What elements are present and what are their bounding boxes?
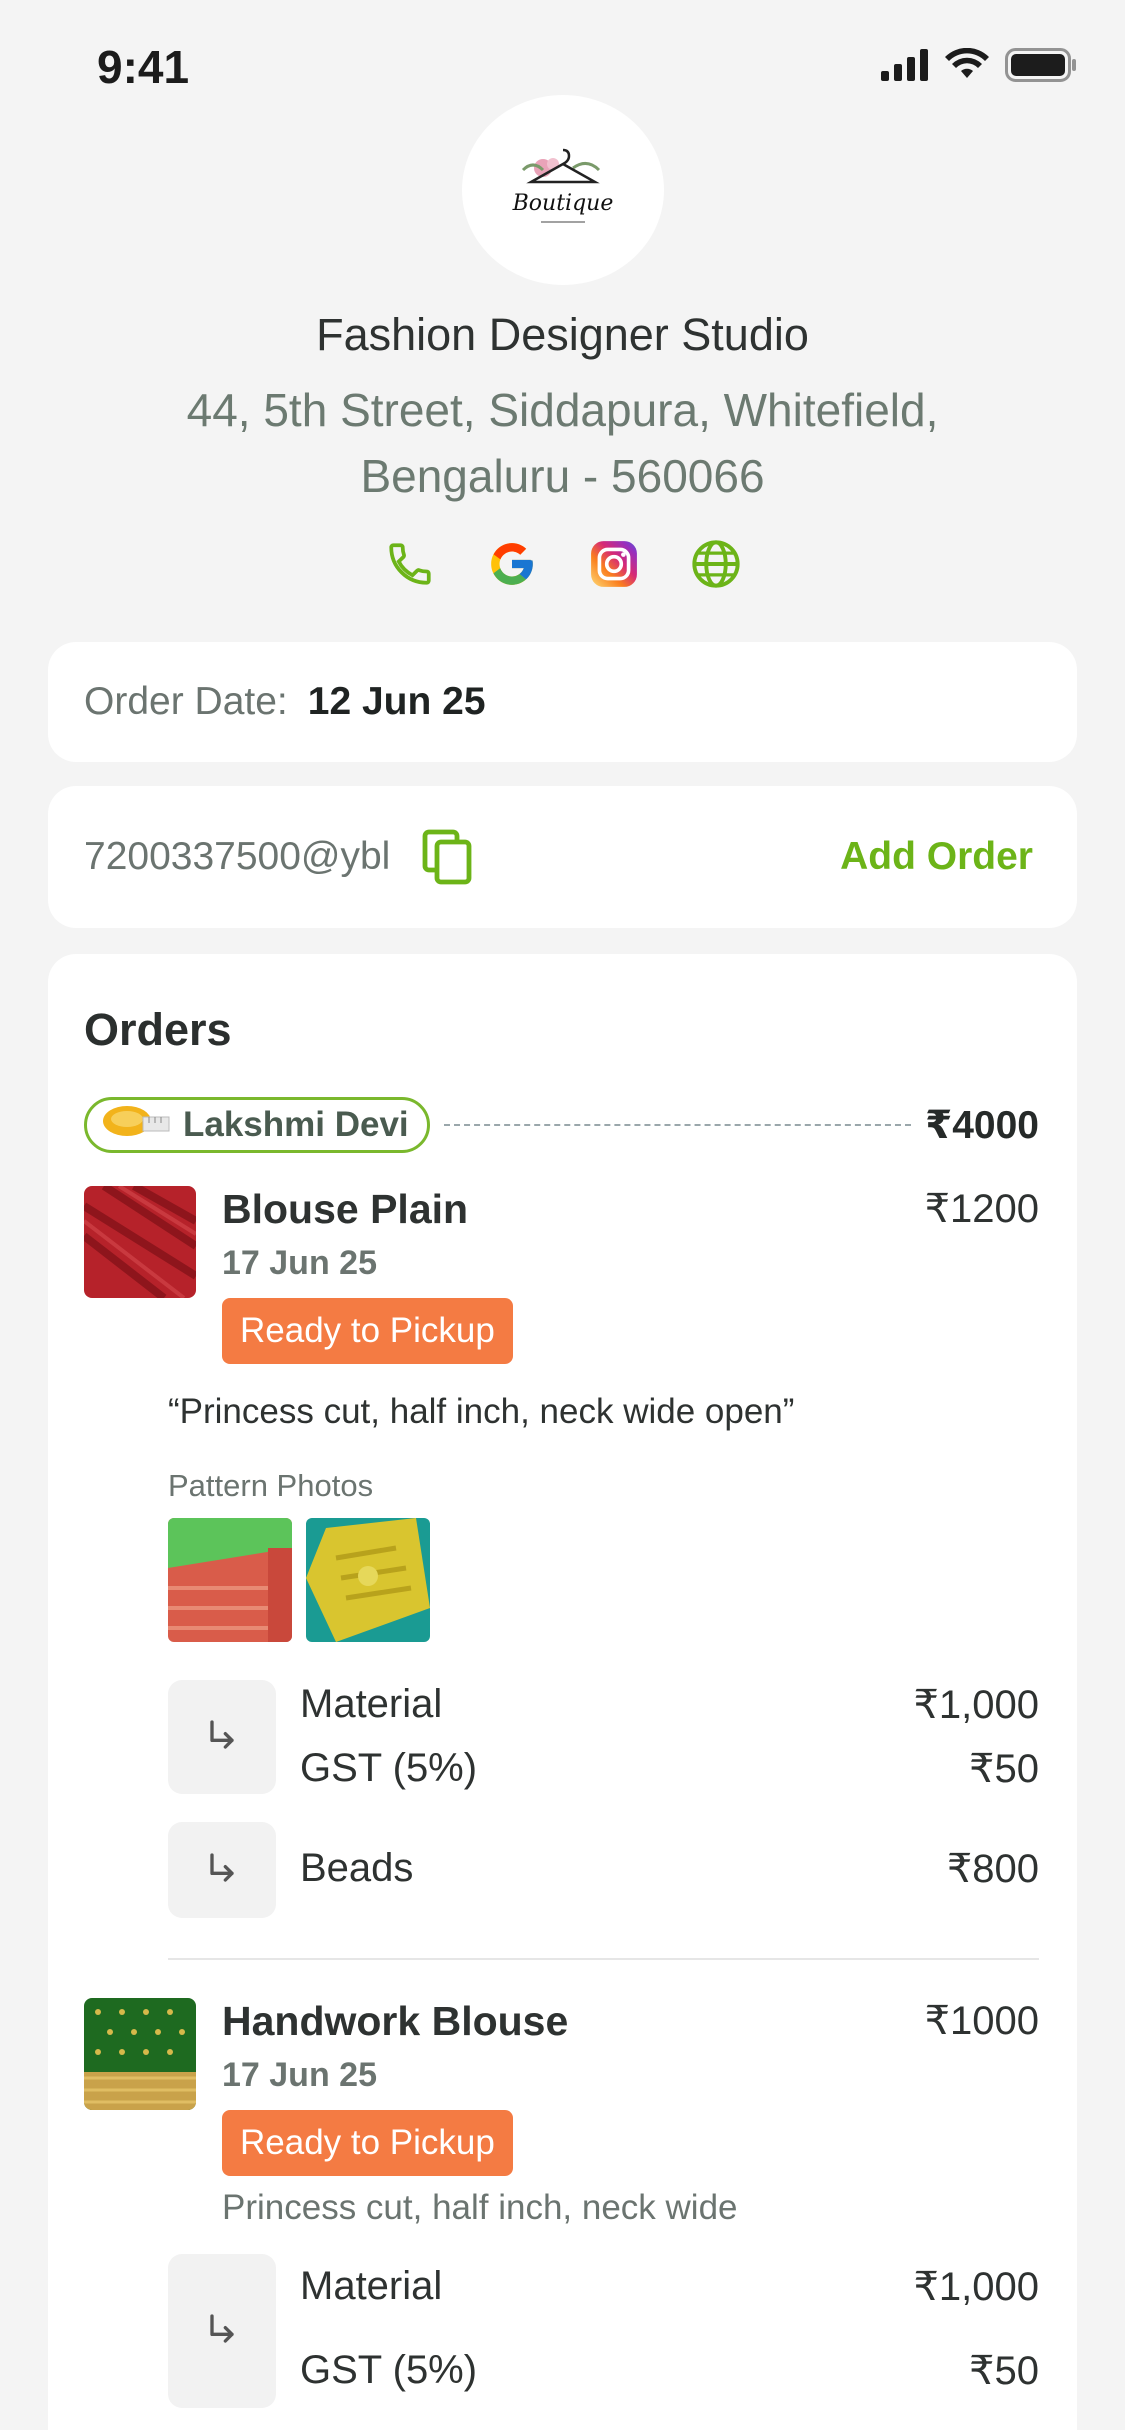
subitem-arrow-icon [168,1822,276,1918]
battery-icon [1005,48,1077,87]
item-name: Handwork Blouse [222,1998,569,2044]
extra-label: GST (5%) [300,1746,478,1790]
extras-group: Beads ₹800 [168,1822,1039,1918]
order-date-label: Order Date: [84,680,288,723]
item-divider [168,1958,1039,1960]
extra-label: GST (5%) [300,2348,478,2392]
upi-id: 7200337500@ybl [84,835,391,878]
svg-text:Boutique: Boutique [511,191,613,216]
item-thumbnail [84,1998,196,2110]
item-note: “Princess cut, half inch, neck wide open… [168,1392,795,1431]
extra-amount: ₹800 [946,1847,1039,1891]
wifi-icon [945,47,989,87]
status-time: 9:41 [97,41,190,93]
shop-logo: Boutique [461,95,664,285]
globe-icon[interactable] [689,537,743,591]
customer-total: ₹4000 [925,1103,1039,1147]
extra-label: Material [300,1682,443,1726]
extra-label: Material [300,2264,443,2308]
extra-amount: ₹50 [969,2349,1039,2393]
order-date-value: 12 Jun 25 [307,680,486,723]
dashed-divider [443,1124,912,1126]
signal-icon [881,49,929,86]
extra-row: GST (5%) ₹50 [300,1746,1039,1792]
item-price: ₹1000 [924,1999,1039,2043]
item-thumbnail [84,1186,196,1298]
extra-amount: ₹1,000 [913,2265,1039,2309]
shop-address: 44, 5th Street, Siddapura, Whitefield, B… [0,377,1125,509]
status-badge: Ready to Pickup [222,1298,513,1364]
extra-row: Beads ₹800 [300,1846,1039,1892]
instagram-icon[interactable] [587,537,641,591]
extras-group: Material ₹1,000 GST (5%) ₹50 [168,1680,1039,1794]
item-price: ₹1200 [924,1187,1039,1231]
google-icon[interactable] [485,537,539,591]
item-date: 17 Jun 25 [222,1244,377,1282]
boutique-logo-icon: Boutique [511,148,613,223]
extra-amount: ₹50 [969,1747,1039,1791]
shop-header: Boutique Fashion Designer Studio 44, 5th… [0,95,1125,591]
phone-icon[interactable] [383,537,437,591]
pattern-photo[interactable] [306,1518,430,1642]
extra-row: Material ₹1,000 [300,2264,1039,2310]
measuring-tape-icon [101,1103,171,1148]
item-note: Princess cut, half inch, neck wide [222,2188,738,2227]
extra-amount: ₹1,000 [913,1683,1039,1727]
payment-card: 7200337500@ybl Add Order [48,786,1077,928]
extras-group: Material ₹1,000 GST (5%) ₹50 [168,2254,1039,2408]
customer-name: Lakshmi Devi [183,1105,409,1144]
extra-row: Material ₹1,000 [300,1682,1039,1728]
address-line-1: 44, 5th Street, Siddapura, Whitefield, [186,384,939,436]
order-item[interactable]: Blouse Plain ₹1200 17 Jun 25 Ready to Pi… [84,1186,1039,1946]
add-order-button[interactable]: Add Order [840,835,1033,879]
order-item[interactable]: Handwork Blouse ₹1000 17 Jun 25 Ready to… [84,1998,1039,2418]
address-line-2: Bengaluru - 560066 [360,450,765,502]
extra-row: GST (5%) ₹50 [300,2348,1039,2394]
status-icons [881,47,1077,87]
customer-chip[interactable]: Lakshmi Devi [84,1097,430,1153]
status-badge: Ready to Pickup [222,2110,513,2176]
copy-icon[interactable] [422,829,474,885]
customer-row: Lakshmi Devi ₹4000 [84,1094,1039,1156]
extra-label: Beads [300,1846,414,1890]
subitem-arrow-icon [168,1680,276,1794]
order-date-card: Order Date: 12 Jun 25 [48,642,1077,762]
pattern-photo[interactable] [168,1518,292,1642]
orders-title: Orders [84,1004,232,1055]
social-links [0,537,1125,591]
item-name: Blouse Plain [222,1186,469,1232]
subitem-arrow-icon [168,2254,276,2408]
item-date: 17 Jun 25 [222,2056,377,2094]
shop-name: Fashion Designer Studio [316,309,809,360]
orders-card: Orders Lakshmi Devi ₹4000 Blouse Plain ₹… [48,954,1077,2430]
pattern-photos-label: Pattern Photos [168,1468,374,1503]
